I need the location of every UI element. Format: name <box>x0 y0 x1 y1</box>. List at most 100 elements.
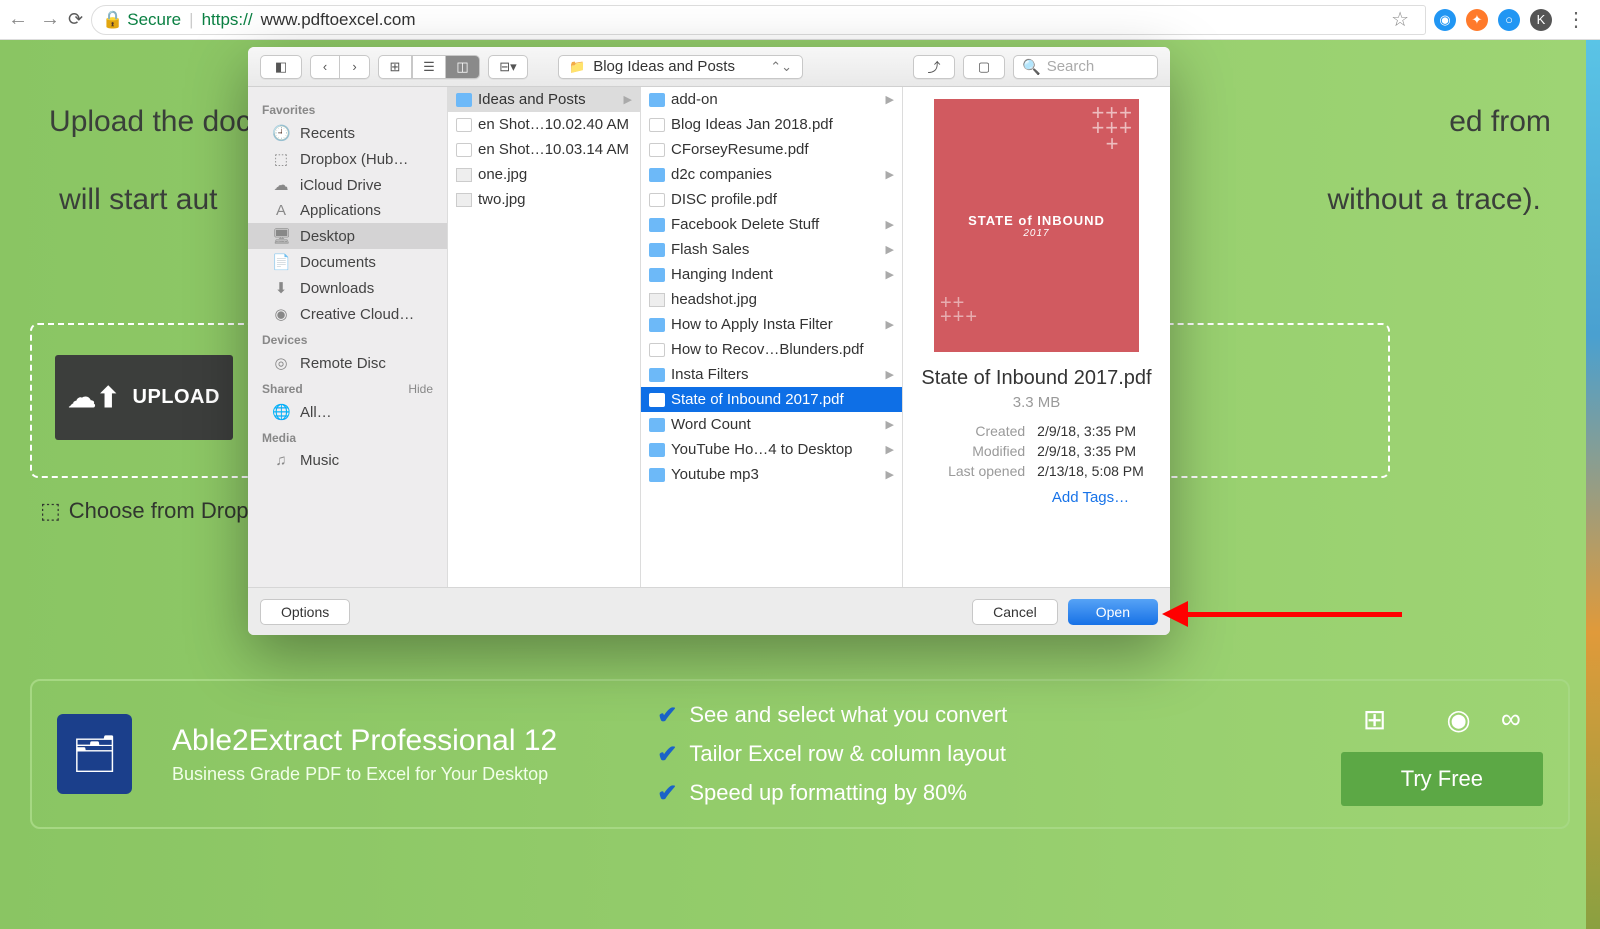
bookmark-icon[interactable]: ☆ <box>1391 7 1409 32</box>
file-row[interactable]: en Shot…10.02.40 AM <box>448 112 640 137</box>
add-tags-link[interactable]: Add Tags… <box>1052 489 1129 506</box>
file-row[interactable]: Blog Ideas Jan 2018.pdf <box>641 112 902 137</box>
sidebar-item[interactable]: 🖥Desktop <box>248 223 447 249</box>
icon-view-button[interactable]: ⊞ <box>378 55 412 79</box>
file-row[interactable]: add-on ▶ <box>641 87 902 112</box>
pdf-icon <box>456 143 472 157</box>
forward-button[interactable]: → <box>40 8 60 31</box>
sidebar-item-label: Documents <box>300 254 376 271</box>
thumb-title: STATE of INBOUND <box>968 213 1105 228</box>
file-row[interactable]: YouTube Ho…4 to Desktop▶ <box>641 437 902 462</box>
dialog-footer: Options Cancel Open <box>248 587 1170 635</box>
file-row[interactable]: DISC profile.pdf <box>641 187 902 212</box>
sidebar-item-label: Creative Cloud… <box>300 306 414 323</box>
file-row[interactable]: headshot.jpg <box>641 287 902 312</box>
reload-button[interactable]: ⟳ <box>68 9 83 30</box>
file-label: Facebook Delete Stuff <box>671 216 819 233</box>
promo-app-icon: 🗂 <box>57 714 132 794</box>
chevron-right-icon: ▶ <box>886 368 894 381</box>
url-host: www.pdftoexcel.com <box>261 10 416 30</box>
list-view-button[interactable]: ☰ <box>412 55 446 79</box>
try-free-button[interactable]: Try Free <box>1341 752 1543 806</box>
promo-feature-3: Speed up formatting by 80% <box>689 780 967 806</box>
ubuntu-icon: ◉ <box>1446 703 1470 736</box>
ext-icon-1[interactable]: ◉ <box>1434 9 1456 31</box>
chevron-right-icon: ▶ <box>886 243 894 256</box>
ext-icon-2[interactable]: ✦ <box>1466 9 1488 31</box>
file-row[interactable]: How to Apply Insta Filter▶ <box>641 312 902 337</box>
ext-icon-4[interactable]: K <box>1530 9 1552 31</box>
annotation-arrow <box>1162 604 1402 624</box>
promo-banner: 🗂 Able2Extract Professional 12 Business … <box>30 679 1570 829</box>
file-row[interactable]: Word Count▶ <box>641 412 902 437</box>
sidebar-item[interactable]: 📄Documents <box>248 249 447 275</box>
file-row[interactable]: Flash Sales▶ <box>641 237 902 262</box>
sidebar-item[interactable]: 🌐All… <box>248 399 447 425</box>
file-row[interactable]: en Shot…10.03.14 AM <box>448 137 640 162</box>
file-label: Ideas and Posts <box>478 91 586 108</box>
file-label: How to Apply Insta Filter <box>671 316 833 333</box>
sidebar-item-icon: 🖥 <box>272 227 290 245</box>
pdf-icon <box>649 343 665 357</box>
file-row[interactable]: Facebook Delete Stuff ▶ <box>641 212 902 237</box>
sidebar-item[interactable]: AApplications <box>248 198 447 223</box>
preview-metadata: Created2/9/18, 3:35 PMModified2/9/18, 3:… <box>929 421 1144 481</box>
file-row[interactable]: Ideas and Posts ▶ <box>448 87 640 112</box>
sidebar-toggle-button[interactable]: ◧ <box>260 55 302 79</box>
file-row[interactable]: two.jpg <box>448 187 640 212</box>
upload-label: UPLOAD <box>133 386 220 409</box>
upload-button[interactable]: ☁⬆ UPLOAD <box>55 355 233 440</box>
sidebar-item[interactable]: ♫Music <box>248 448 447 473</box>
file-row[interactable]: State of Inbound 2017.pdf <box>641 387 902 412</box>
file-label: Hanging Indent <box>671 266 773 283</box>
sidebar-section-head: Devices <box>262 333 307 347</box>
file-row[interactable]: CForseyResume.pdf <box>641 137 902 162</box>
back-button[interactable]: ← <box>8 8 28 31</box>
file-row[interactable]: one.jpg <box>448 162 640 187</box>
address-bar[interactable]: 🔒 Secure | https://www.pdftoexcel.com ☆ <box>91 5 1426 35</box>
file-row[interactable]: Youtube mp3▶ <box>641 462 902 487</box>
options-button[interactable]: Options <box>260 599 350 625</box>
sidebar-item[interactable]: ⬇Downloads <box>248 275 447 301</box>
sidebar-item[interactable]: ⬚Dropbox (Hub… <box>248 146 447 172</box>
path-dropdown[interactable]: 📁 Blog Ideas and Posts ⌃⌄ <box>558 55 803 79</box>
folder-icon <box>456 93 472 107</box>
chevron-right-icon: ▶ <box>886 218 894 231</box>
sidebar-item[interactable]: 🕘Recents <box>248 120 447 146</box>
thumb-year: 2017 <box>1023 228 1049 239</box>
cancel-button[interactable]: Cancel <box>972 599 1058 625</box>
check-icon: ✔ <box>657 779 677 808</box>
arrange-button[interactable]: ⊟▾ <box>488 55 528 79</box>
sidebar-item-icon: 🕘 <box>272 124 290 142</box>
file-row[interactable]: d2c companies▶ <box>641 162 902 187</box>
file-label: add-on <box>671 91 718 108</box>
pdf-icon <box>649 118 665 132</box>
open-button[interactable]: Open <box>1068 599 1158 625</box>
folder-icon <box>649 443 665 457</box>
file-row[interactable]: Insta Filters▶ <box>641 362 902 387</box>
chevron-right-icon: ▶ <box>624 93 632 106</box>
sidebar-item[interactable]: ☁iCloud Drive <box>248 172 447 198</box>
file-row[interactable]: Hanging Indent ▶ <box>641 262 902 287</box>
jpg-icon <box>456 168 472 182</box>
share-button[interactable]: ⤴ <box>913 55 955 79</box>
chevron-right-icon: ▶ <box>886 93 894 106</box>
sidebar-hide-link[interactable]: Hide <box>408 382 433 396</box>
back-button[interactable]: ‹ <box>310 55 340 79</box>
sidebar-item-label: Remote Disc <box>300 355 386 372</box>
file-row[interactable]: How to Recov…Blunders.pdf <box>641 337 902 362</box>
jpg-icon <box>456 193 472 207</box>
chevron-right-icon: ▶ <box>886 268 894 281</box>
sidebar-section-head: Media <box>262 431 296 445</box>
file-label: en Shot…10.02.40 AM <box>478 116 629 133</box>
search-input[interactable]: 🔍 Search <box>1013 55 1158 79</box>
browser-menu-icon[interactable]: ⋮ <box>1560 7 1592 32</box>
meta-key: Last opened <box>929 463 1025 479</box>
tags-button[interactable]: ▢ <box>963 55 1005 79</box>
ext-icon-3[interactable]: ○ <box>1498 9 1520 31</box>
folder-icon <box>649 218 665 232</box>
sidebar-item[interactable]: ◉Creative Cloud… <box>248 301 447 327</box>
sidebar-item[interactable]: ◎Remote Disc <box>248 350 447 376</box>
column-view-button[interactable]: ◫ <box>446 55 480 79</box>
forward-button[interactable]: › <box>340 55 370 79</box>
